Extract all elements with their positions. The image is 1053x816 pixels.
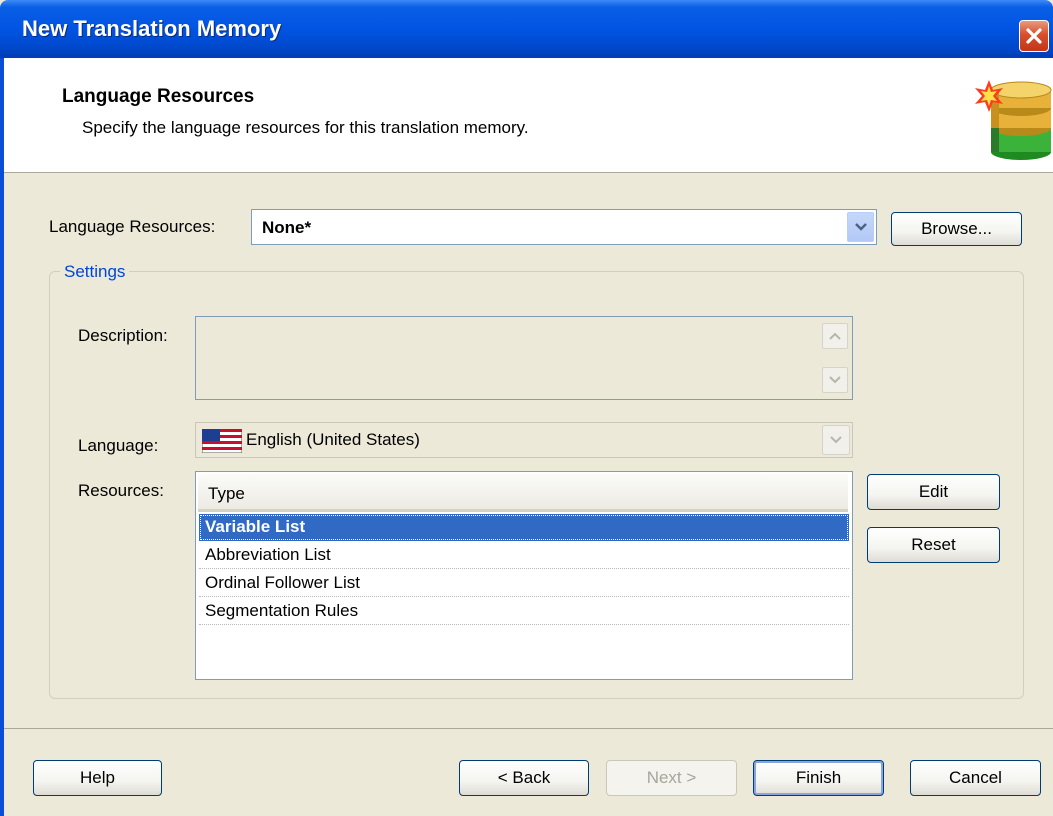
close-icon [1026, 28, 1042, 44]
database-icon [975, 80, 1052, 160]
back-button[interactable]: < Back [459, 760, 589, 796]
scroll-up-button[interactable] [822, 323, 848, 349]
list-item-label: Ordinal Follower List [205, 573, 360, 592]
page-title: Language Resources [62, 86, 255, 107]
description-label: Description: [78, 326, 168, 345]
wizard-header: Language Resources Specify the language … [4, 58, 1053, 173]
us-flag-icon [202, 429, 242, 453]
page-subtitle: Specify the language resources for this … [82, 118, 529, 137]
window-title: New Translation Memory [22, 16, 282, 41]
language-resources-label: Language Resources: [49, 217, 216, 236]
language-resources-combobox[interactable]: None* [251, 209, 877, 245]
list-item-abbreviation-list[interactable]: Abbreviation List [199, 542, 849, 569]
list-item-segmentation-rules[interactable]: Segmentation Rules [199, 598, 849, 625]
list-item-label: Variable List [205, 517, 306, 536]
list-item-label: Abbreviation List [205, 545, 331, 564]
close-button[interactable] [1019, 20, 1049, 52]
next-button[interactable]: Next > [606, 760, 737, 796]
language-label: Language: [78, 436, 159, 455]
description-field[interactable] [195, 316, 853, 400]
language-resources-value: None* [262, 218, 312, 237]
resources-label: Resources: [78, 481, 164, 500]
settings-group-label: Settings [60, 262, 130, 282]
cancel-button[interactable]: Cancel [910, 760, 1041, 796]
resources-list[interactable]: Type Variable List Abbreviation List Ord… [195, 471, 853, 680]
edit-button[interactable]: Edit [867, 474, 1000, 510]
language-dropdown-button [822, 425, 850, 455]
footer-divider [4, 728, 1053, 729]
help-button[interactable]: Help [33, 760, 162, 796]
language-resources-dropdown-button[interactable] [847, 212, 874, 242]
reset-button[interactable]: Reset [867, 527, 1000, 563]
scroll-up-icon [829, 332, 841, 340]
scroll-down-button[interactable] [822, 367, 848, 393]
column-header-type[interactable]: Type [198, 474, 848, 512]
list-item-variable-list[interactable]: Variable List [199, 514, 849, 541]
chevron-down-icon [855, 223, 867, 231]
language-combobox: English (United States) [195, 422, 853, 458]
scroll-down-icon [829, 376, 841, 384]
list-item-label: Segmentation Rules [205, 601, 359, 620]
description-scrollbar[interactable] [822, 319, 850, 397]
browse-button[interactable]: Browse... [891, 212, 1022, 246]
column-header-label: Type [208, 484, 245, 503]
chevron-down-icon [830, 436, 842, 444]
title-bar[interactable]: New Translation Memory [0, 0, 1053, 58]
list-item-ordinal-follower-list[interactable]: Ordinal Follower List [199, 570, 849, 597]
finish-button[interactable]: Finish [753, 760, 884, 796]
language-value: English (United States) [246, 430, 420, 449]
